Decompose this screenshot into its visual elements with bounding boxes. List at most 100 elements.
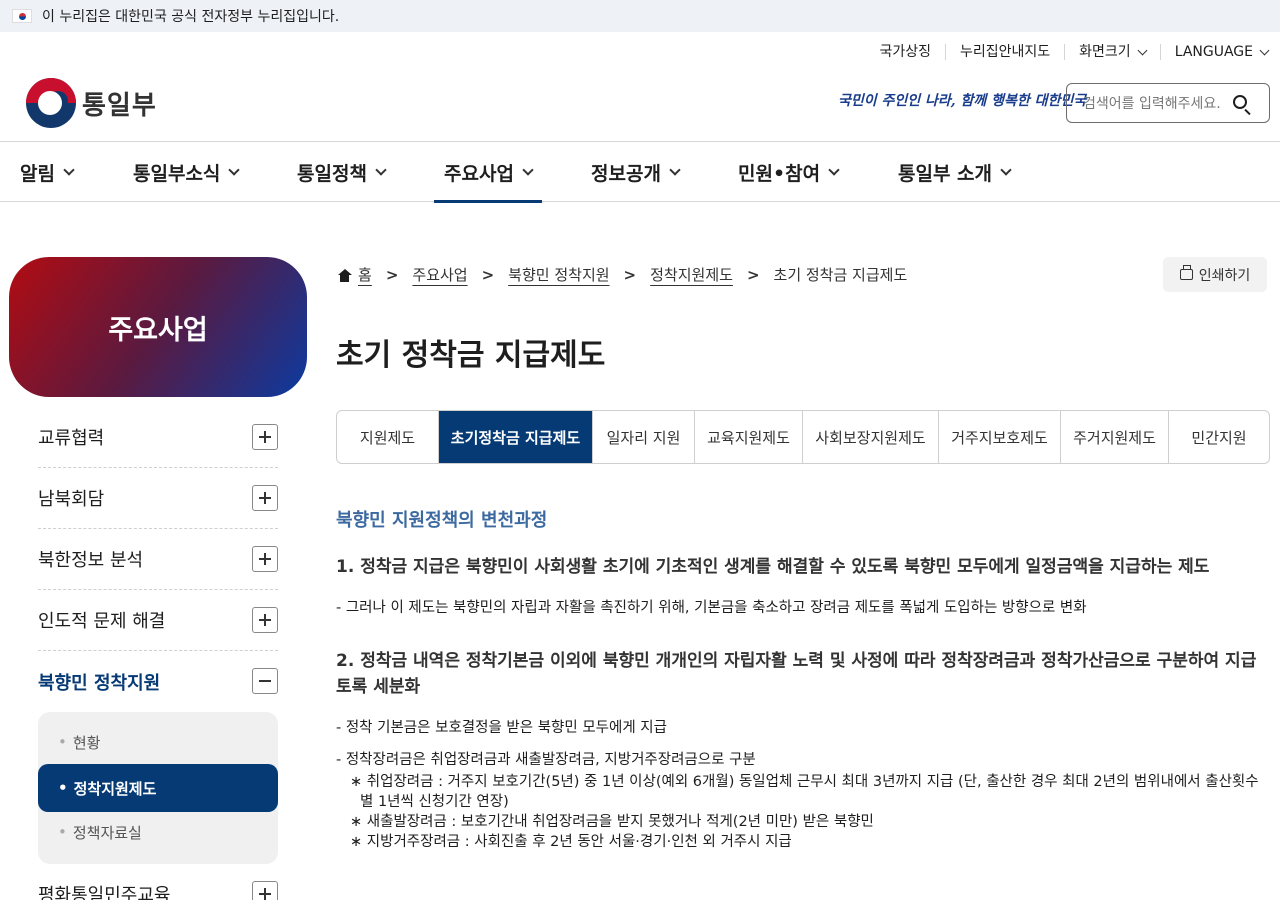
gnb-item-about[interactable]: 통일부 소개	[898, 142, 1012, 202]
national-symbol-link[interactable]: 국가상징	[865, 44, 945, 60]
note-item: ∗ 지방거주장려금 : 사회진출 후 2년 동안 서울·경기·인천 외 거주시 …	[350, 834, 792, 850]
breadcrumb-item[interactable]: 정착지원제도	[650, 264, 733, 285]
tab-education[interactable]: 교육지원제도	[694, 411, 802, 463]
tab-initial-settlement[interactable]: 초기정착금 지급제도	[438, 411, 592, 463]
main-navigation: 알림 통일부소식 통일정책 주요사업 정보공개 민원•참여 통일부 소개	[0, 141, 1280, 203]
lnb-item-settlement[interactable]: 북향민 정착지원	[38, 651, 278, 712]
lnb-item-nk-analysis[interactable]: 북한정보 분석	[38, 529, 278, 590]
submenu-label: 정책자료실	[72, 823, 142, 842]
lnb-label: 인도적 문제 해결	[38, 611, 166, 632]
submenu-item-archive[interactable]: 정책자료실	[38, 809, 278, 855]
gnb-item-disclosure[interactable]: 정보공개	[591, 142, 681, 202]
page-title: 초기 정착금 지급제도	[336, 338, 606, 373]
gnb-label: 알림	[20, 162, 55, 185]
tab-housing[interactable]: 주거지원제도	[1060, 411, 1168, 463]
breadcrumb-item[interactable]: 북향민 정착지원	[508, 264, 609, 285]
chevron-down-icon	[669, 164, 681, 176]
taegeuk-logo-icon	[26, 78, 76, 128]
plus-icon[interactable]	[252, 485, 278, 511]
submenu-item-support-system[interactable]: 정착지원제도	[38, 764, 278, 812]
utility-links: 국가상징 누리집안내지도 화면크기 LANGUAGE	[865, 44, 1270, 60]
search-placeholder: 검색어를 입력해주세요.	[1083, 96, 1221, 112]
tab-private-support[interactable]: 민간지원	[1168, 411, 1269, 463]
note-item: ∗ 취업장려금 : 거주지 보호기간(5년) 중 1년 이상(예외 6개월) 동…	[350, 774, 1259, 810]
gnb-label: 통일정책	[297, 162, 367, 185]
screen-size-label: 화면크기	[1079, 44, 1131, 60]
lnb-submenu: 현황 정착지원제도 정책자료실	[38, 712, 278, 864]
submenu-label: 정착지원제도	[73, 779, 157, 798]
tab-support-system[interactable]: 지원제도	[337, 411, 438, 463]
logo-text: 통일부	[82, 90, 157, 121]
gnb-label: 정보공개	[591, 162, 661, 185]
note-item: ∗ 새출발장려금 : 보호기간내 취업장려금을 받지 못했거나 적게(2년 미만…	[350, 814, 874, 830]
tab-jobs[interactable]: 일자리 지원	[592, 411, 694, 463]
breadcrumb-home[interactable]: 홈	[358, 264, 372, 285]
lnb-item-education[interactable]: 평화통일민주교육	[38, 864, 278, 900]
chevron-down-icon	[228, 164, 241, 176]
chevron-down-icon	[375, 164, 387, 176]
gnb-label: 통일부소식	[133, 162, 221, 185]
breadcrumb-separator: >	[385, 265, 399, 284]
minus-icon[interactable]	[252, 668, 278, 694]
lnb-label: 북향민 정착지원	[38, 672, 161, 694]
tab-residence-protection[interactable]: 거주지보호제도	[938, 411, 1060, 463]
gnb-item-major-projects[interactable]: 주요사업	[434, 142, 542, 203]
submenu-item-status[interactable]: 현황	[38, 719, 278, 765]
content-tabs: 지원제도 초기정착금 지급제도 일자리 지원 교육지원제도 사회보장지원제도 거…	[336, 410, 1270, 464]
chevron-down-icon	[63, 164, 75, 176]
breadcrumb-separator: >	[623, 265, 637, 284]
lnb-item-exchange[interactable]: 교류협력	[38, 407, 278, 468]
gnb-item-notice[interactable]: 알림	[20, 142, 75, 202]
home-icon	[337, 268, 352, 282]
language-button[interactable]: LANGUAGE	[1159, 44, 1270, 60]
breadcrumb-item[interactable]: 주요사업	[412, 264, 467, 285]
plus-icon[interactable]	[252, 424, 278, 450]
lnb-label: 평화통일민주교육	[38, 885, 171, 900]
site-logo[interactable]: 통일부	[26, 78, 157, 128]
lnb-label: 남북회담	[38, 489, 105, 510]
chevron-down-icon	[1259, 45, 1270, 55]
sitemap-link[interactable]: 누리집안내지도	[945, 44, 1064, 60]
search-icon[interactable]	[1233, 95, 1247, 109]
screen-size-button[interactable]: 화면크기	[1064, 44, 1160, 60]
gnb-label: 통일부 소개	[898, 162, 993, 185]
tab-social-security[interactable]: 사회보장지원제도	[802, 411, 938, 463]
chevron-down-icon	[828, 164, 840, 176]
national-symbol-label: 국가상징	[879, 44, 931, 60]
language-label: LANGUAGE	[1174, 44, 1253, 60]
point-heading: 2. 정착금 내역은 정착기본금 이외에 북향민 개개인의 자립자활 노력 및 …	[336, 651, 1257, 697]
lnb-label: 북한정보 분석	[38, 550, 144, 571]
dash-item: - 정착 기본금은 보호결정을 받은 북향민 모두에게 지급	[336, 720, 667, 736]
breadcrumb-current: 초기 정착금 지급제도	[773, 266, 908, 284]
printer-icon	[1179, 265, 1193, 280]
gnb-item-participation[interactable]: 민원•참여	[738, 142, 840, 202]
breadcrumb-separator: >	[746, 265, 760, 284]
breadcrumb-separator: >	[481, 265, 495, 284]
gnb-item-news[interactable]: 통일부소식	[133, 142, 241, 202]
breadcrumb: 홈 > 주요사업 > 북향민 정착지원 > 정착지원제도 > 초기 정착금 지급…	[337, 264, 907, 285]
gov-banner-text: 이 누리집은 대한민국 공식 전자정부 누리집입니다.	[42, 9, 340, 25]
point-heading: 1. 정착금 지급은 북향민이 사회생활 초기에 기초적인 생계를 해결할 수 …	[336, 557, 1210, 577]
lnb-item-humanitarian[interactable]: 인도적 문제 해결	[38, 590, 278, 651]
dash-item: - 정착장려금은 취업장려금과 새출발장려금, 지방거주장려금으로 구분	[336, 752, 756, 768]
chevron-down-icon	[522, 164, 534, 176]
gov-banner: 이 누리집은 대한민국 공식 전자정부 누리집입니다.	[0, 0, 1280, 32]
chevron-down-icon	[1137, 45, 1148, 55]
gnb-item-policy[interactable]: 통일정책	[297, 142, 387, 202]
sitemap-label: 누리집안내지도	[960, 44, 1051, 60]
lnb-item-talks[interactable]: 남북회담	[38, 468, 278, 529]
lnb-title: 주요사업	[9, 257, 307, 397]
plus-icon[interactable]	[252, 881, 278, 900]
gnb-label: 민원•참여	[738, 162, 821, 185]
gnb-label: 주요사업	[444, 162, 514, 185]
slogan: 국민이 주인인 나라, 함께 행복한 대한민국	[838, 93, 1087, 109]
plus-icon[interactable]	[252, 607, 278, 633]
submenu-label: 현황	[72, 733, 101, 752]
plus-icon[interactable]	[252, 546, 278, 572]
lnb-label: 교류협력	[38, 428, 105, 449]
chevron-down-icon	[1000, 164, 1012, 176]
korea-flag-icon	[12, 9, 32, 23]
print-label: 인쇄하기	[1198, 267, 1251, 284]
search-input[interactable]: 검색어를 입력해주세요.	[1066, 83, 1270, 123]
print-button[interactable]: 인쇄하기	[1163, 257, 1267, 292]
